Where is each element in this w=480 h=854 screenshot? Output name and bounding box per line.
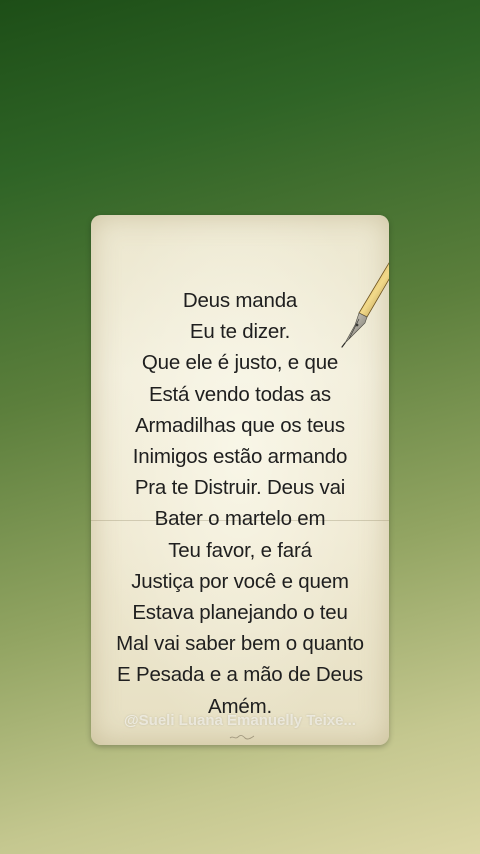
poem-line: Deus manda	[182, 289, 298, 312]
poem-line: Estava planejando o teu	[132, 601, 348, 625]
poem-line: Pra te Distruir. Deus vai	[134, 476, 346, 500]
poem-line: Inimigos estão armando	[132, 445, 348, 469]
poem-line: Bater o martelo em	[154, 507, 326, 531]
author-watermark: @Sueli Luana Emanuelly Teixe...	[124, 712, 356, 729]
poem-line: Eu te dizer.	[189, 320, 291, 344]
poem-text: Deus manda Eu te dizer. Que ele é justo,…	[91, 285, 389, 722]
signature-scribble-icon	[229, 735, 255, 740]
poem-line: Mal vai saber bem o quanto	[116, 632, 364, 656]
poem-line: Está vendo todas as	[149, 382, 331, 406]
poem-line: Armadilhas que os teus	[135, 413, 345, 437]
poem-line: Que ele é justo, e que	[141, 351, 339, 375]
poem-line: Teu favor, e fará	[168, 538, 312, 562]
poem-line: Justiça por você e quem	[131, 569, 349, 593]
poem-line: E Pesada e a mão de Deus	[117, 663, 363, 687]
